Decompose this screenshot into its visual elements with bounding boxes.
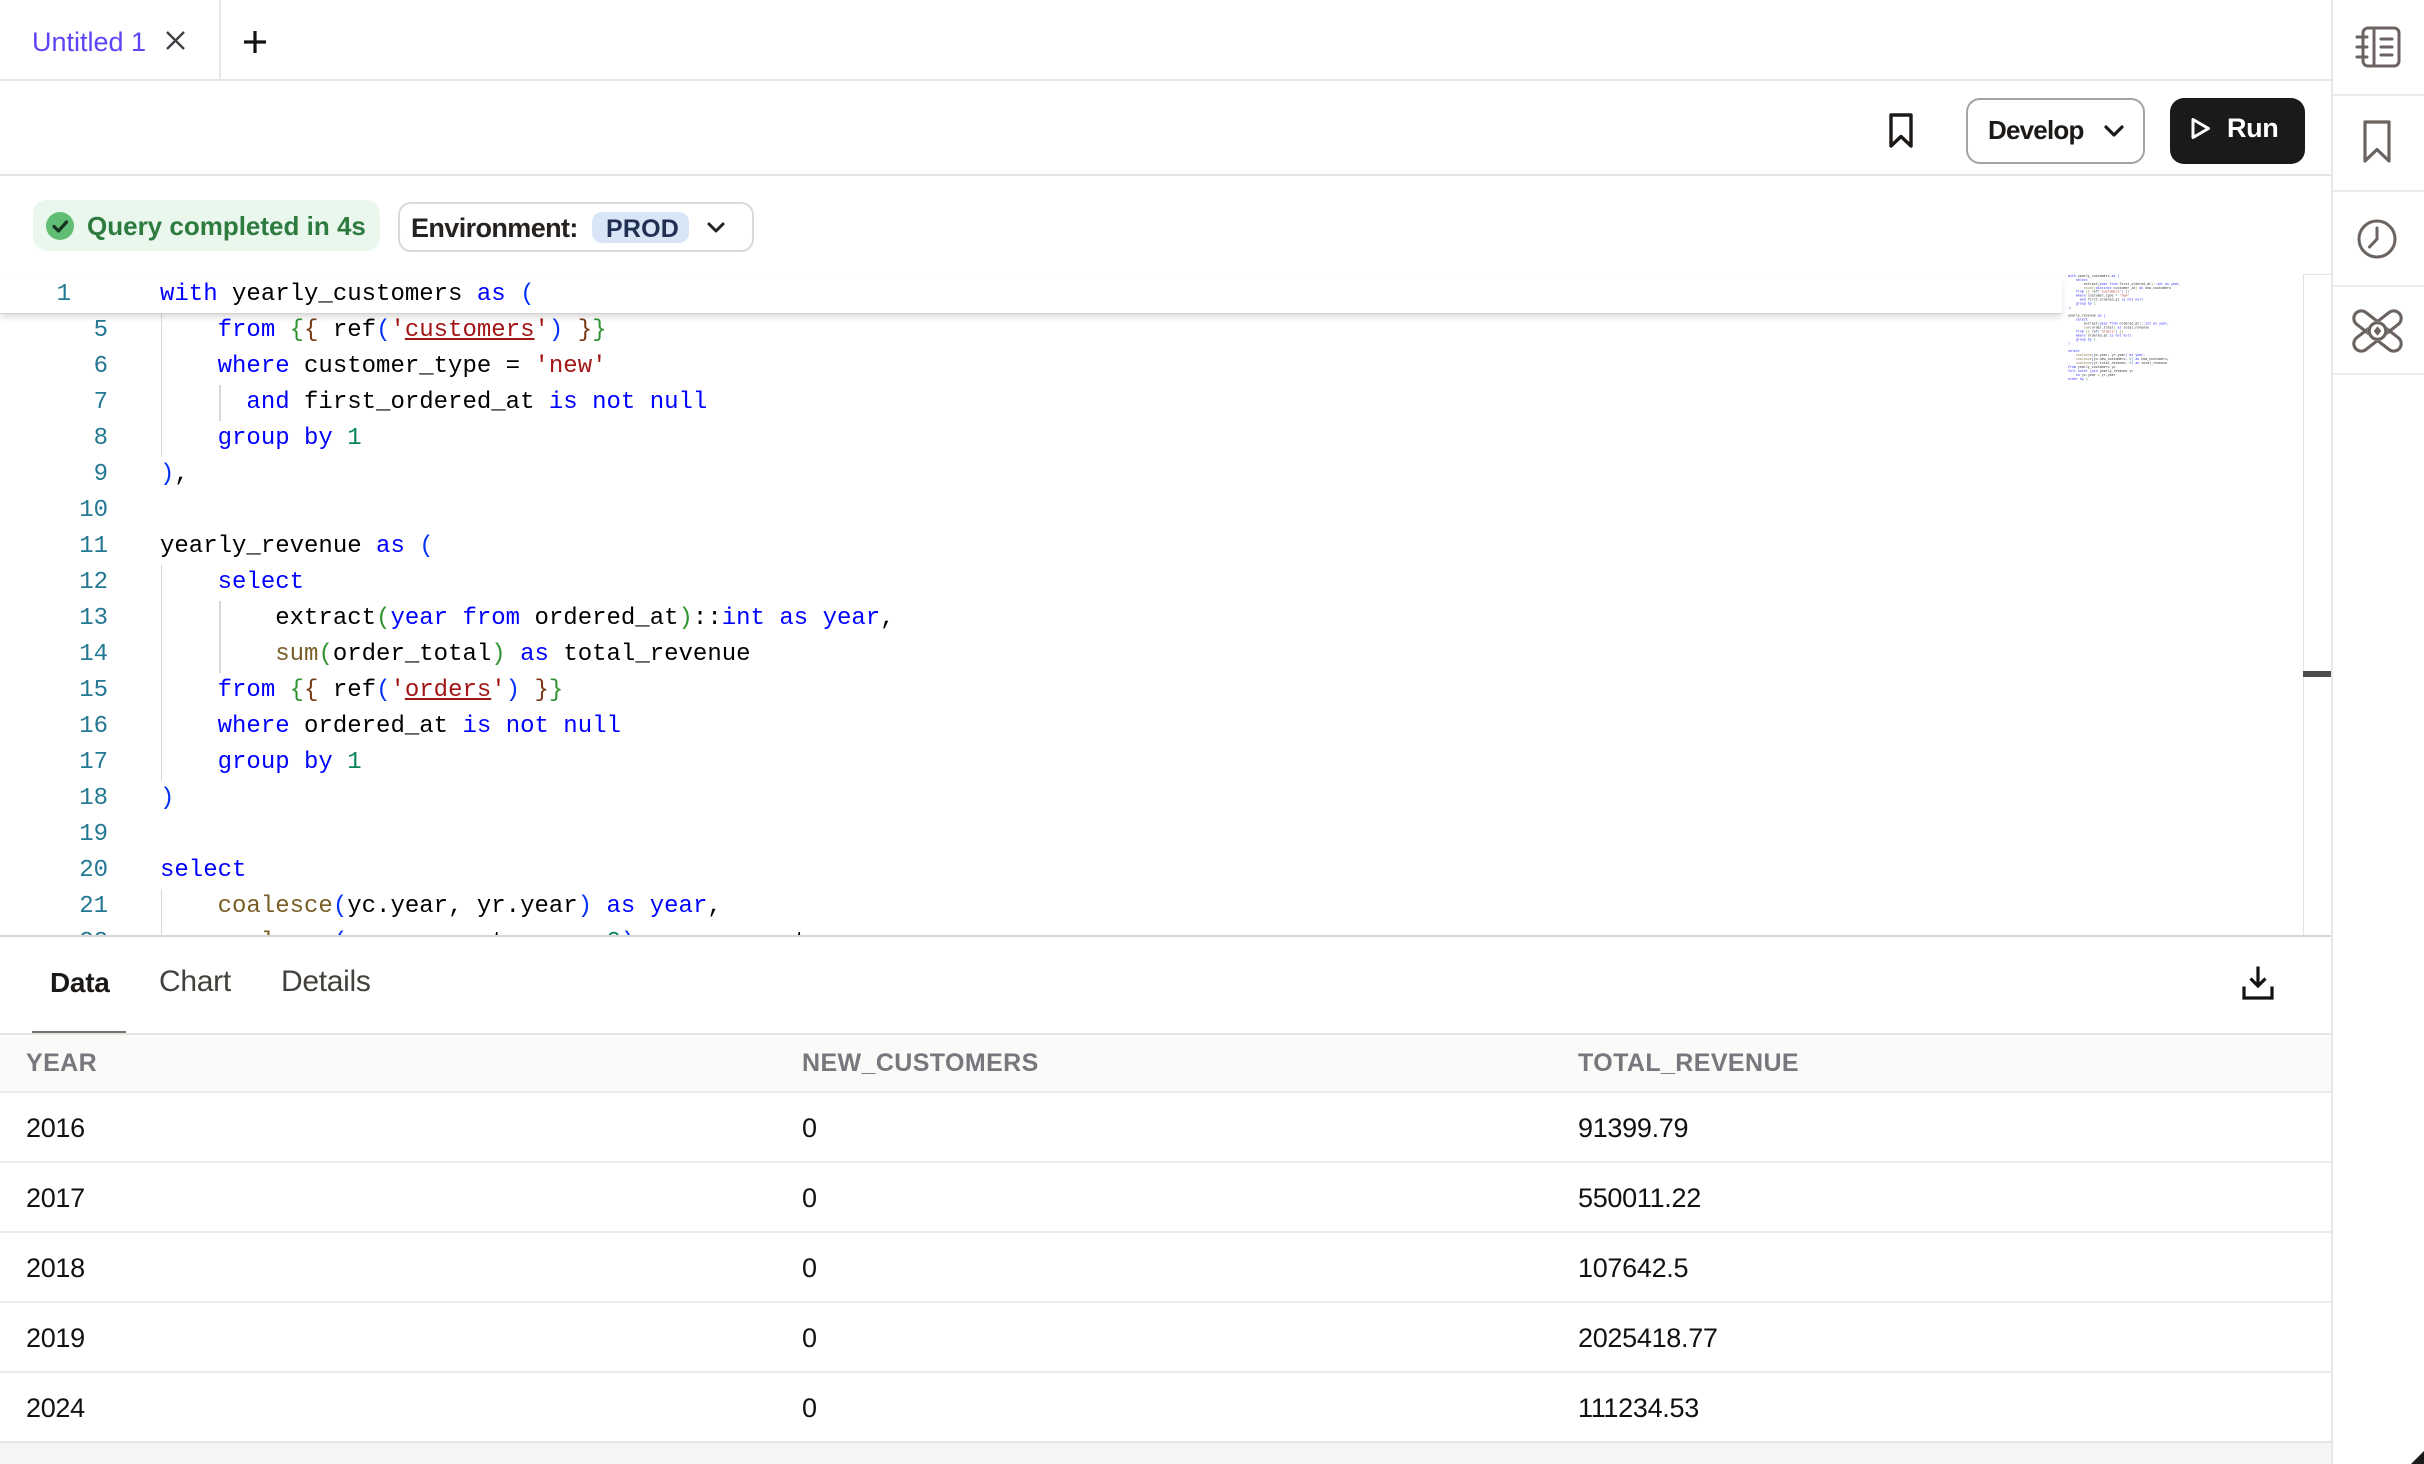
svg-text:): ) (2068, 341, 2070, 345)
svg-text:),: ), (2068, 306, 2072, 310)
svg-text:order by 1: order by 1 (2068, 377, 2088, 381)
svg-text:group by 1: group by 1 (2068, 302, 2096, 306)
svg-text:group by 1: group by 1 (2068, 337, 2096, 341)
